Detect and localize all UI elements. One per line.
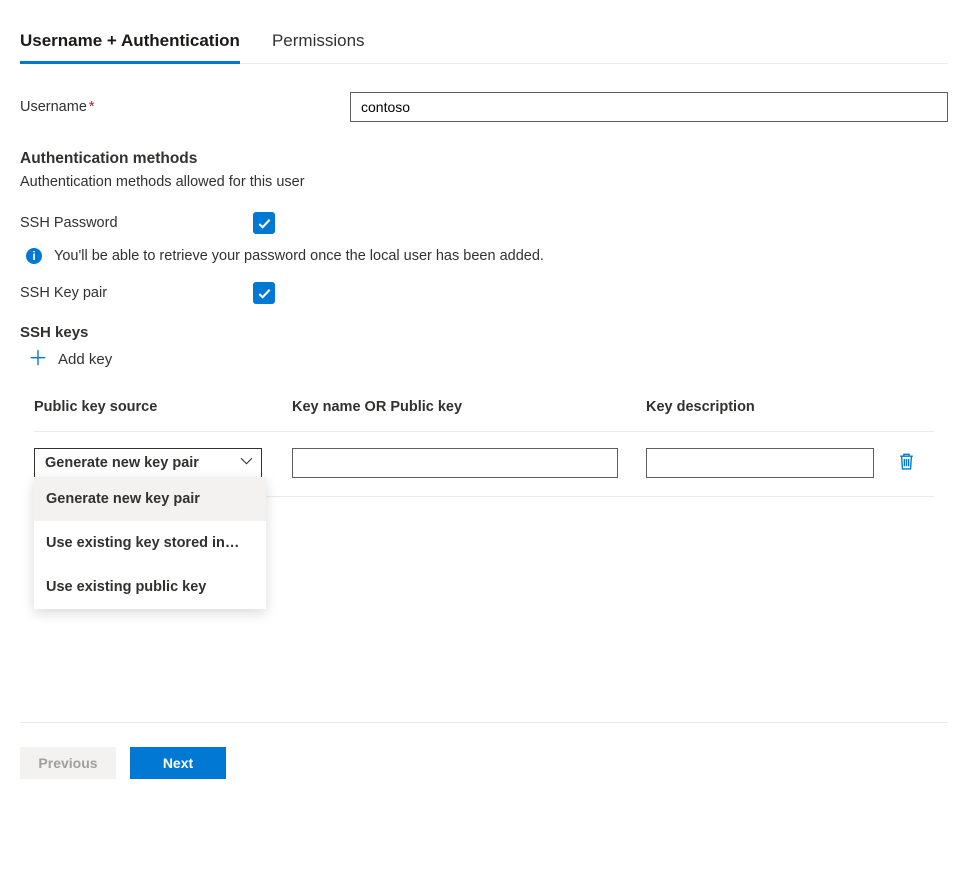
plus-icon: ＋ [28,349,48,369]
ssh-keypair-checkbox[interactable] [253,282,275,304]
next-button[interactable]: Next [130,747,226,779]
public-key-source-select-wrap: Generate new key pair Generate new key p… [34,448,262,478]
public-key-source-select[interactable]: Generate new key pair [34,448,262,478]
tab-permissions[interactable]: Permissions [272,21,365,64]
key-name-cell [292,448,646,478]
dropdown-option-generate[interactable]: Generate new key pair [34,477,266,521]
auth-methods-subtitle: Authentication methods allowed for this … [20,174,948,190]
col-key-name: Key name OR Public key [292,399,646,415]
key-description-input[interactable] [646,448,874,478]
ssh-keys-header: Public key source Key name OR Public key… [34,399,934,432]
key-name-input[interactable] [292,448,618,478]
public-key-source-dropdown: Generate new key pair Use existing key s… [34,477,266,609]
check-icon [257,216,272,231]
dropdown-option-existing-stored[interactable]: Use existing key stored in… [34,521,266,565]
ssh-key-row: Generate new key pair Generate new key p… [34,448,934,497]
info-icon: i [26,248,42,264]
ssh-password-label: SSH Password [20,215,253,231]
username-input[interactable] [350,92,948,122]
ssh-keys-table: Public key source Key name OR Public key… [34,399,934,497]
ssh-password-checkbox[interactable] [253,212,275,234]
ssh-keys-title: SSH keys [20,324,948,341]
password-info-text: You'll be able to retrieve your password… [54,248,544,264]
col-key-description: Key description [646,399,934,415]
dropdown-option-existing-public[interactable]: Use existing public key [34,565,266,609]
username-label-text: Username [20,99,87,115]
chevron-down-icon [240,455,253,472]
tab-bar: Username + Authentication Permissions [20,20,948,64]
tab-username-auth[interactable]: Username + Authentication [20,21,240,64]
key-description-cell [646,448,934,478]
delete-key-button[interactable] [898,452,915,474]
username-row: Username* [20,92,948,122]
public-key-source-value: Generate new key pair [45,455,199,471]
password-info-row: i You'll be able to retrieve your passwo… [26,248,948,264]
ssh-keypair-row: SSH Key pair [20,282,948,304]
auth-methods-title: Authentication methods [20,150,948,168]
required-asterisk: * [89,99,95,115]
add-key-label: Add key [58,351,112,368]
ssh-password-row: SSH Password [20,212,948,234]
wizard-footer: Previous Next [20,722,948,779]
check-icon [257,286,272,301]
add-key-button[interactable]: ＋ Add key [28,349,948,369]
previous-button[interactable]: Previous [20,747,116,779]
col-public-key-source: Public key source [34,399,292,415]
trash-icon [898,452,915,471]
public-key-source-cell: Generate new key pair Generate new key p… [34,448,292,478]
ssh-keypair-label: SSH Key pair [20,285,253,301]
username-label: Username* [20,99,350,115]
